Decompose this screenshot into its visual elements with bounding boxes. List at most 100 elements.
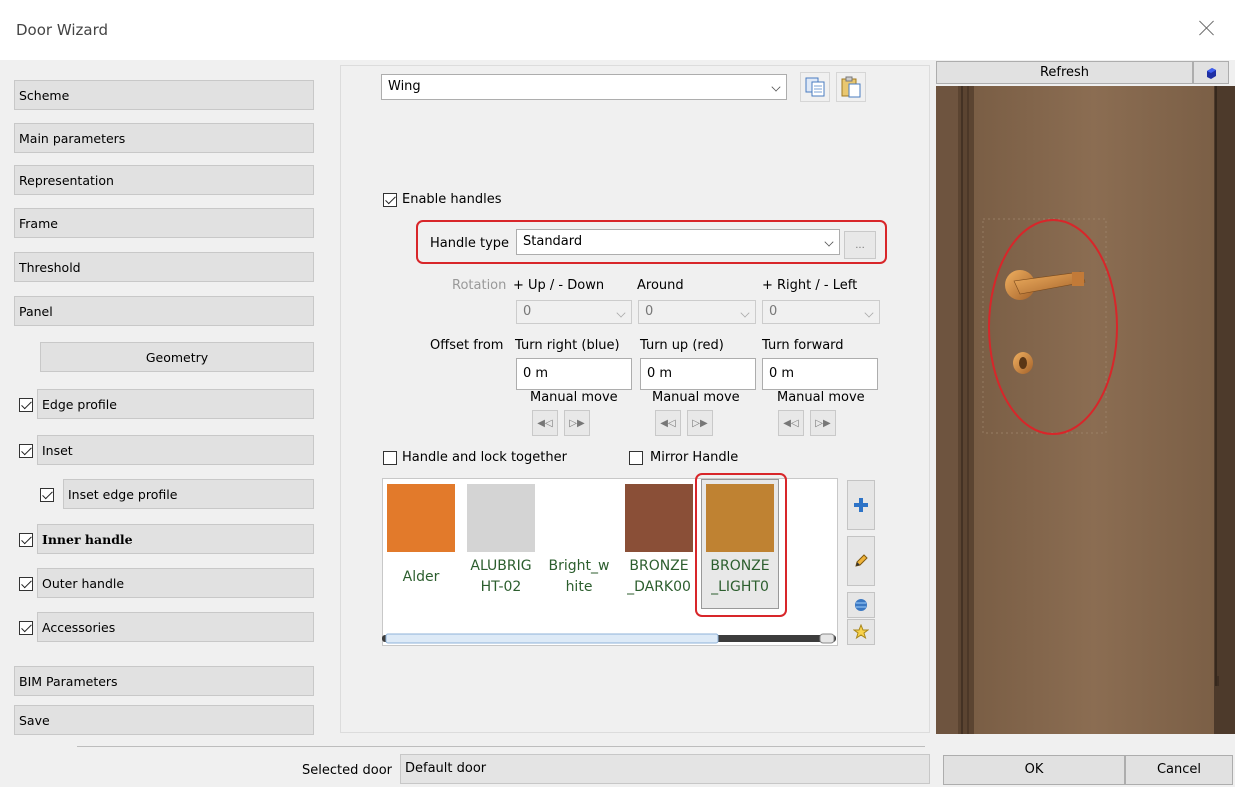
- nav-threshold[interactable]: Threshold: [14, 252, 314, 282]
- rotation-around-select[interactable]: 0: [638, 300, 756, 324]
- nav-accessories[interactable]: Accessories: [37, 612, 314, 642]
- nav-inset-edge-profile[interactable]: Inset edge profile: [63, 479, 314, 509]
- view-3d-button[interactable]: [1193, 61, 1229, 84]
- copy-icon: [805, 77, 825, 97]
- chevron-down-icon: [740, 308, 750, 318]
- star-icon: [853, 624, 869, 640]
- turn-right-label: Turn right (blue): [515, 338, 620, 353]
- footer-divider: [77, 746, 925, 747]
- nav-scheme[interactable]: Scheme: [14, 80, 314, 110]
- move-up-button[interactable]: ▷▶: [687, 410, 713, 436]
- turn-right-input[interactable]: 0 m: [516, 358, 632, 390]
- handle-lock-together-checkbox[interactable]: [383, 451, 397, 465]
- paste-icon: [841, 76, 861, 98]
- rotation-right-left-label: + Right / - Left: [762, 278, 858, 293]
- step-forward-icon: ▷▶: [692, 417, 708, 429]
- step-back-icon: ◀◁: [660, 417, 676, 429]
- step-back-icon: ◀◁: [783, 417, 799, 429]
- nav-inner-handle[interactable]: Inner handle: [37, 524, 314, 554]
- nav-edge-profile[interactable]: Edge profile: [37, 389, 314, 419]
- outer-handle-checkbox[interactable]: [19, 577, 33, 591]
- enable-handles-label: Enable handles: [402, 192, 502, 207]
- rotation-right-left-select[interactable]: 0: [762, 300, 880, 324]
- rotation-right-left-value: 0: [769, 304, 778, 319]
- turn-forward-input[interactable]: 0 m: [762, 358, 878, 390]
- rotation-around-value: 0: [645, 304, 654, 319]
- rotation-label: Rotation: [452, 278, 507, 293]
- turn-up-input[interactable]: 0 m: [640, 358, 756, 390]
- accessories-checkbox[interactable]: [19, 621, 33, 635]
- handle-type-value: Standard: [523, 234, 583, 249]
- material-swatch-alubright[interactable]: [467, 484, 535, 552]
- nav-outer-handle[interactable]: Outer handle: [37, 568, 314, 598]
- nav-inset[interactable]: Inset: [37, 435, 314, 465]
- door-preview[interactable]: [936, 86, 1235, 734]
- nav-geometry[interactable]: Geometry: [40, 342, 314, 372]
- manual-move-label-3: Manual move: [777, 390, 865, 405]
- window-title: Door Wizard: [16, 21, 108, 39]
- ok-button[interactable]: OK: [943, 755, 1125, 785]
- favorite-material-button[interactable]: [847, 619, 875, 645]
- handle-type-browse-button[interactable]: ...: [844, 231, 876, 259]
- part-select-value: Wing: [388, 79, 421, 94]
- door-preview-image: [936, 86, 1235, 734]
- nav-bim-parameters[interactable]: BIM Parameters: [14, 666, 314, 696]
- move-down-button[interactable]: ◀◁: [655, 410, 681, 436]
- material-swatch-bronze-light[interactable]: [706, 484, 774, 552]
- scrollbar-graphic: [382, 633, 836, 644]
- part-select[interactable]: Wing: [381, 74, 787, 100]
- move-back-button[interactable]: ◀◁: [778, 410, 804, 436]
- nav-main-parameters[interactable]: Main parameters: [14, 123, 314, 153]
- plus-icon: [854, 498, 868, 512]
- chevron-down-icon: [771, 82, 781, 92]
- offset-from-label: Offset from: [430, 338, 504, 353]
- mirror-handle-checkbox[interactable]: [629, 451, 643, 465]
- close-icon[interactable]: [1197, 18, 1217, 38]
- material-label-bronze-light: BRONZE _LIGHT0: [710, 558, 770, 595]
- step-back-icon: ◀◁: [537, 417, 553, 429]
- chevron-down-icon: [616, 308, 626, 318]
- edge-profile-checkbox[interactable]: [19, 398, 33, 412]
- enable-handles-checkbox[interactable]: [383, 193, 397, 207]
- nav-panel[interactable]: Panel: [14, 296, 314, 326]
- material-swatch-alder[interactable]: [387, 484, 455, 552]
- paste-button[interactable]: [836, 72, 866, 102]
- move-right-button[interactable]: ▷▶: [564, 410, 590, 436]
- add-material-button[interactable]: [847, 480, 875, 530]
- pencil-icon: [855, 554, 868, 567]
- globe-icon: [855, 599, 867, 611]
- cancel-button[interactable]: Cancel: [1125, 755, 1233, 785]
- nav-representation[interactable]: Representation: [14, 165, 314, 195]
- rotation-up-down-value: 0: [523, 304, 532, 319]
- material-library-button[interactable]: [847, 592, 875, 618]
- chevron-down-icon: [864, 308, 874, 318]
- move-forward-button[interactable]: ▷▶: [810, 410, 836, 436]
- step-forward-icon: ▷▶: [569, 417, 585, 429]
- handle-type-label: Handle type: [430, 236, 510, 251]
- nav-save[interactable]: Save: [14, 705, 314, 735]
- material-swatch-bright-white[interactable]: [545, 484, 613, 552]
- material-label-bronze-dark: BRONZE _DARK00: [627, 558, 691, 595]
- mirror-handle-label: Mirror Handle: [650, 450, 739, 465]
- move-left-button[interactable]: ◀◁: [532, 410, 558, 436]
- material-label-alder: Alder: [402, 569, 440, 585]
- turn-forward-label: Turn forward: [762, 338, 844, 353]
- rotation-around-label: Around: [637, 278, 684, 293]
- inset-checkbox[interactable]: [19, 444, 33, 458]
- edit-material-button[interactable]: [847, 536, 875, 586]
- material-label-alubright: ALUBRIG HT-02: [470, 558, 532, 595]
- manual-move-label-2: Manual move: [652, 390, 740, 405]
- rotation-up-down-label: + Up / - Down: [513, 278, 605, 293]
- copy-button[interactable]: [800, 72, 830, 102]
- material-scrollbar[interactable]: [382, 631, 836, 645]
- handle-lock-together-label: Handle and lock together: [402, 450, 567, 465]
- inset-edge-profile-checkbox[interactable]: [40, 488, 54, 502]
- nav-frame[interactable]: Frame: [14, 208, 314, 238]
- handle-type-select[interactable]: Standard: [516, 229, 840, 255]
- material-label-bright-white: Bright_w hite: [548, 558, 610, 595]
- inner-handle-checkbox[interactable]: [19, 533, 33, 547]
- selected-door-label: Selected door: [302, 763, 392, 778]
- rotation-up-down-select[interactable]: 0: [516, 300, 632, 324]
- material-swatch-bronze-dark[interactable]: [625, 484, 693, 552]
- refresh-button[interactable]: Refresh: [936, 61, 1193, 84]
